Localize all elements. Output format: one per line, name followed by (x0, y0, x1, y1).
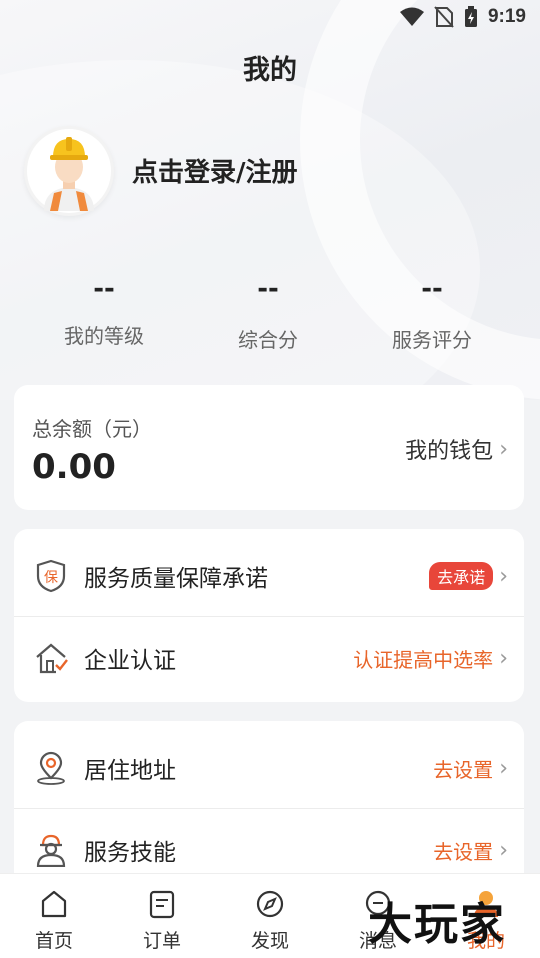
my-wallet-label: 我的钱包 (405, 439, 494, 464)
row-action[interactable]: 去承诺 › (429, 562, 508, 590)
row-title: 服务技能 (84, 840, 176, 866)
enterprise-verification-row[interactable]: 企业认证 认证提高中选率 › (14, 615, 524, 701)
tab-label: 首页 (34, 930, 73, 952)
row-hint: 去设置 (433, 757, 494, 782)
battery-icon (464, 6, 477, 27)
login-register-link[interactable]: 点击登录/注册 (132, 152, 298, 189)
location-pin-icon (34, 751, 68, 785)
avatar[interactable] (24, 126, 114, 216)
row-action[interactable]: 认证提高中选率 › (353, 644, 508, 673)
order-icon (108, 888, 216, 920)
house-check-icon (34, 641, 68, 675)
row-hint: 去设置 (433, 839, 494, 864)
home-icon (0, 888, 108, 920)
tab-home[interactable]: 首页 (0, 888, 108, 953)
my-wallet-link[interactable]: 我的钱包 › (405, 433, 508, 465)
row-title: 居住地址 (84, 758, 176, 784)
tab-discover[interactable]: 发现 (216, 888, 324, 953)
wifi-icon (399, 7, 424, 26)
watermark-logo: 大玩家 (368, 899, 506, 950)
row-action[interactable]: 去设置 › (433, 836, 508, 865)
shield-bao-icon: 保 (34, 559, 68, 593)
compass-icon (216, 888, 324, 920)
status-time: 9:19 (487, 6, 526, 27)
wallet-card[interactable]: 总余额（元） 0.00 我的钱包 › (14, 385, 524, 510)
settings-card-2: 居住地址 去设置 › 服务技能 去设置 › (14, 721, 524, 891)
tab-label: 订单 (142, 930, 181, 952)
stat-value: -- (257, 274, 279, 304)
chevron-right-icon: › (499, 436, 508, 462)
chevron-right-icon: › (499, 755, 508, 781)
row-hint: 认证提高中选率 (353, 647, 494, 672)
tab-label: 发现 (250, 930, 289, 952)
tab-orders[interactable]: 订单 (108, 888, 216, 953)
svg-text:保: 保 (44, 570, 58, 586)
no-sim-icon (434, 6, 454, 28)
stat-value: -- (421, 274, 443, 304)
stat-level[interactable]: -- 我的等级 (14, 274, 194, 349)
stat-label: 我的等级 (64, 324, 144, 348)
stat-overall-score[interactable]: -- 综合分 (178, 274, 358, 353)
stat-service-rating[interactable]: -- 服务评分 (342, 274, 522, 353)
row-title: 服务质量保障承诺 (84, 566, 268, 592)
page-title: 我的 (243, 55, 297, 86)
chevron-right-icon: › (499, 645, 508, 671)
promise-badge: 去承诺 (429, 562, 494, 590)
settings-card-1: 保 服务质量保障承诺 去承诺 › 企业认证 认证提高中选率 › (14, 529, 524, 702)
status-bar: 9:19 (0, 0, 540, 34)
balance-amount: 0.00 (32, 447, 116, 487)
chevron-right-icon: › (499, 563, 508, 589)
service-guarantee-row[interactable]: 保 服务质量保障承诺 去承诺 › (14, 533, 524, 619)
stat-label: 服务评分 (392, 328, 472, 352)
chevron-right-icon: › (499, 837, 508, 863)
row-title: 企业认证 (84, 648, 176, 674)
worker-avatar-icon (44, 137, 94, 211)
balance-label: 总余额（元） (32, 417, 152, 441)
residential-address-row[interactable]: 居住地址 去设置 › (14, 725, 524, 811)
worker-icon (34, 833, 68, 867)
stat-value: -- (93, 274, 115, 304)
row-action[interactable]: 去设置 › (433, 754, 508, 783)
stat-label: 综合分 (238, 328, 298, 352)
